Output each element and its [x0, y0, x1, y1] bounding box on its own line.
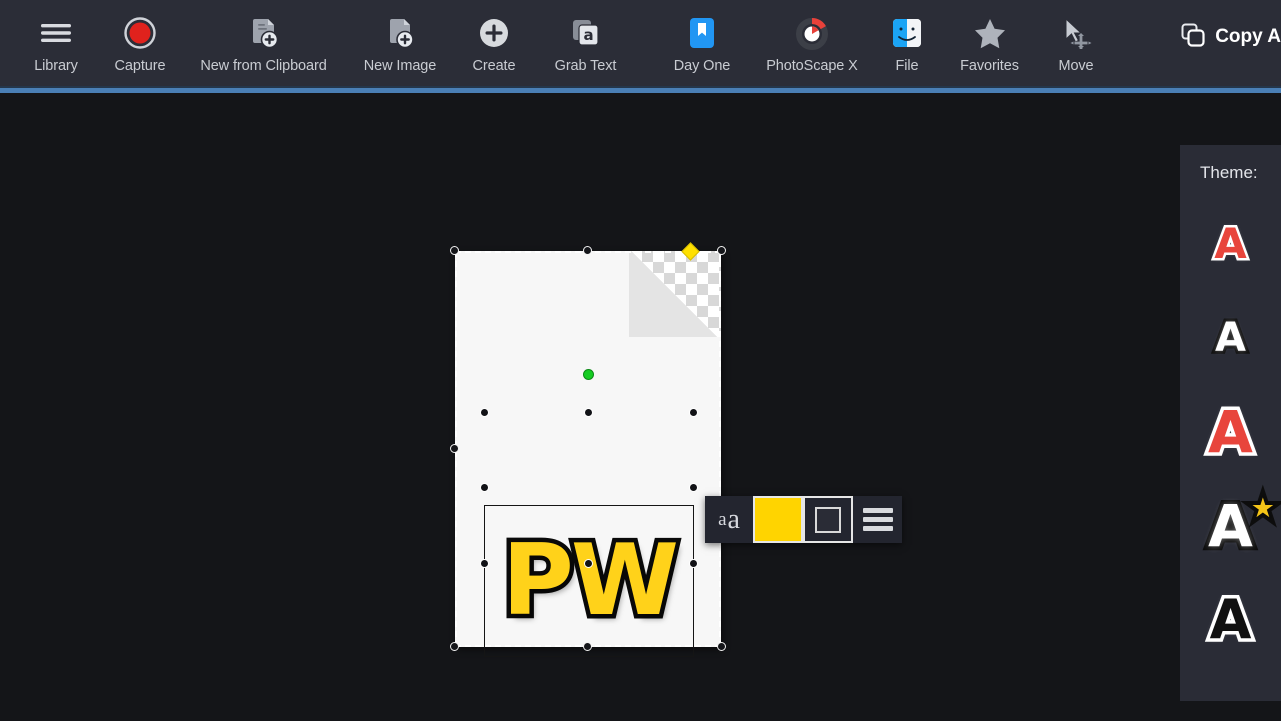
- stroke-color-swatch[interactable]: [803, 496, 853, 543]
- toolbar-button-photoscape-x[interactable]: PhotoScape X: [752, 0, 872, 91]
- toolbar-label-favorites: Favorites: [960, 58, 1019, 74]
- toolbar-label-capture: Capture: [114, 58, 166, 74]
- svg-text:a: a: [583, 26, 593, 44]
- theme-list: A A A A ★ A: [1180, 197, 1281, 667]
- plus-circle-icon: [471, 12, 517, 54]
- toolbar-button-library[interactable]: Library: [14, 0, 98, 91]
- text-handle-bottom-center[interactable]: [584, 559, 593, 568]
- text-handle-middle-left[interactable]: [480, 483, 489, 492]
- page-handle-bottom-left[interactable]: [450, 642, 459, 651]
- toolbar-button-day-one[interactable]: Day One: [652, 0, 752, 91]
- page-handle-bottom-right[interactable]: [717, 642, 726, 651]
- text-handle-top-center[interactable]: [584, 408, 593, 417]
- toolbar-label-file: File: [895, 58, 919, 74]
- align-lines-icon[interactable]: [853, 496, 902, 543]
- text-object-selection-frame: [484, 505, 694, 657]
- copy-all-button[interactable]: Copy A: [1170, 0, 1281, 74]
- record-circle-icon: [117, 12, 163, 54]
- toolbar-button-grab-text[interactable]: a Grab Text: [533, 0, 638, 91]
- theme-glyph-3: A: [1205, 398, 1257, 466]
- theme-glyph-1: A: [1212, 219, 1249, 268]
- theme-panel: Theme: A A A A ★ A: [1180, 145, 1281, 701]
- finder-icon: [884, 12, 930, 54]
- star-icon: [967, 12, 1013, 54]
- font-size-large-label: a: [727, 503, 740, 535]
- copy-all-label: Copy A: [1215, 26, 1281, 47]
- grab-text-icon: a: [563, 12, 609, 54]
- align-bar-2: [862, 517, 893, 522]
- text-handle-top-left[interactable]: [480, 408, 489, 417]
- toolbar-label-photoscape-x: PhotoScape X: [766, 58, 858, 74]
- toolbar-button-create[interactable]: Create: [455, 0, 533, 91]
- font-size-stepper[interactable]: a a: [705, 496, 753, 543]
- document-plus-icon: [241, 12, 287, 54]
- text-format-popup[interactable]: a a: [705, 496, 902, 543]
- toolbar-label-new-image: New Image: [363, 58, 437, 74]
- font-size-small-label: a: [718, 508, 727, 530]
- theme-option-red-outline[interactable]: A: [1180, 197, 1281, 291]
- toolbar-label-move: Move: [1058, 58, 1094, 74]
- theme-favorite-star-icon: ★: [1247, 491, 1279, 526]
- day-one-bookmark-icon: [679, 12, 725, 54]
- page-handle-top-left[interactable]: [450, 246, 459, 255]
- align-bar-1: [862, 508, 893, 513]
- theme-option-black-on-white[interactable]: A: [1180, 573, 1281, 667]
- align-bar-3: [862, 526, 893, 531]
- app-window: Library Capture New from Clipboard New I…: [0, 0, 1281, 721]
- text-handle-middle-right[interactable]: [689, 483, 698, 492]
- toolbar-label-grab-text: Grab Text: [554, 58, 617, 74]
- image-plus-icon: [377, 12, 423, 54]
- hamburger-menu-icon: [33, 12, 79, 54]
- move-cursor-icon: [1053, 12, 1099, 54]
- fill-color-swatch[interactable]: [753, 496, 803, 543]
- theme-glyph-2: A: [1212, 315, 1249, 361]
- anchor-point-indicator[interactable]: [583, 369, 594, 380]
- page-handle-top-right[interactable]: [717, 246, 726, 255]
- copy-icon: [1180, 22, 1206, 53]
- toolbar-button-new-from-clipboard[interactable]: New from Clipboard: [182, 0, 345, 91]
- page-handle-middle-left[interactable]: [450, 444, 459, 453]
- stroke-swatch-inner: [815, 506, 841, 533]
- right-sidebar: Theme: A A A A ★ A: [1180, 93, 1281, 721]
- toolbar-button-capture[interactable]: Capture: [98, 0, 182, 91]
- toolbar-label-library: Library: [34, 58, 78, 74]
- theme-glyph-4: A ★: [1204, 491, 1279, 560]
- photoscape-x-icon: [789, 12, 835, 54]
- text-handle-bottom-left[interactable]: [480, 559, 489, 568]
- toolbar-button-favorites[interactable]: Favorites: [942, 0, 1037, 91]
- toolbar-button-file[interactable]: File: [872, 0, 942, 91]
- toolbar-button-new-image[interactable]: New Image: [345, 0, 455, 91]
- toolbar-label-create: Create: [472, 58, 516, 74]
- toolbar-label-day-one: Day One: [673, 58, 731, 74]
- main-toolbar: Library Capture New from Clipboard New I…: [0, 0, 1281, 93]
- theme-panel-title: Theme:: [1200, 163, 1258, 182]
- toolbar-button-move[interactable]: Move: [1037, 0, 1115, 91]
- text-handle-top-right[interactable]: [689, 408, 698, 417]
- theme-glyph-5: A: [1206, 588, 1255, 651]
- toolbar-label-new-from-clipboard: New from Clipboard: [200, 58, 327, 74]
- toolbar-items: Library Capture New from Clipboard New I…: [14, 0, 1115, 91]
- theme-option-white-black[interactable]: A: [1180, 291, 1281, 385]
- theme-option-white-outline-starred[interactable]: A ★: [1180, 479, 1281, 573]
- page-corner-fold-base: [629, 337, 721, 349]
- text-handle-bottom-right[interactable]: [689, 559, 698, 568]
- theme-option-red-white-large[interactable]: A: [1180, 385, 1281, 479]
- page-corner-fold: [629, 251, 721, 339]
- editor-canvas[interactable]: PW a a: [0, 93, 1180, 721]
- page-handle-top-center[interactable]: [583, 246, 592, 255]
